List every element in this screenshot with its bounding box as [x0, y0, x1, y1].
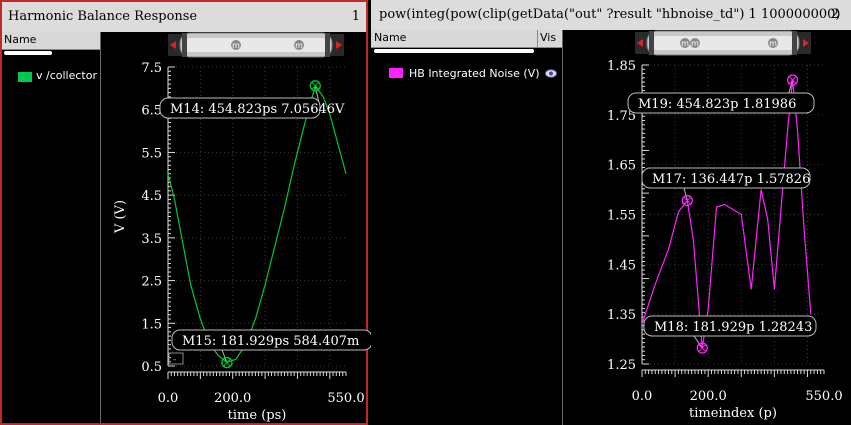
- legend-pane: Name v /collector: [2, 32, 101, 423]
- svg-text:m: m: [681, 39, 689, 48]
- x-tick-label: 0.0: [632, 389, 653, 404]
- y-tick-label: 1.25: [607, 358, 636, 373]
- legend-color-swatch: [389, 68, 403, 78]
- zoom-scroller[interactable]: m m: [168, 30, 344, 60]
- legend-header-name: Name: [4, 33, 37, 46]
- x-tick-label: 0.0: [158, 391, 179, 406]
- x-tick-label: 550.0: [327, 391, 364, 406]
- panel-number: 2: [830, 7, 839, 22]
- x-tick-label: 200.0: [214, 391, 251, 406]
- legend-entry-label[interactable]: HB Integrated Noise (V): [409, 67, 540, 80]
- panel-number: 1: [351, 9, 360, 24]
- marker-label: M14: 454.823ps 7.05646V: [170, 102, 345, 117]
- legend-scrollbar[interactable]: [374, 49, 534, 53]
- legend-scrollbar[interactable]: [4, 51, 52, 55]
- x-axis-title: timeindex (p): [689, 406, 777, 421]
- legend-header-vis: Vis: [540, 31, 557, 44]
- legend-color-swatch: [18, 72, 32, 82]
- y-tick-label: 3.5: [141, 232, 162, 247]
- panel-title: Harmonic Balance Response: [8, 9, 198, 24]
- panel-title-bar[interactable]: pow(integ(pow(clip(getData("out" ?result…: [371, 0, 851, 30]
- y-tick-label: 2.5: [141, 275, 162, 290]
- panel-title: pow(integ(pow(clip(getData("out" ?result…: [379, 7, 841, 22]
- x-tick-label: 550.0: [805, 389, 842, 404]
- eye-icon[interactable]: [545, 69, 557, 78]
- svg-text:-: -: [173, 355, 176, 365]
- y-tick-label: 0.5: [141, 360, 162, 375]
- svg-text:m: m: [295, 41, 303, 50]
- panel-title-bar[interactable]: Harmonic Balance Response 1: [2, 2, 366, 32]
- y-tick-label: 1.45: [607, 258, 636, 273]
- y-tick-label: 4.5: [141, 189, 162, 204]
- y-axis-title: V (V): [113, 200, 128, 234]
- y-tick-label: 1.35: [607, 308, 636, 323]
- plot-panel-right[interactable]: pow(integ(pow(clip(getData("out" ?result…: [371, 0, 851, 425]
- svg-text:m: m: [769, 39, 777, 48]
- x-tick-label: 200.0: [690, 389, 727, 404]
- legend-header: Name: [2, 32, 100, 50]
- marker-label: M19: 454.823p 1.81986: [638, 97, 796, 112]
- y-tick-label: 1.65: [607, 159, 636, 174]
- svg-text:m: m: [691, 39, 699, 48]
- y-tick-label: 7.5: [141, 61, 162, 76]
- legend-header: Name Vis: [371, 30, 562, 48]
- y-tick-label: 1.85: [607, 59, 636, 74]
- legend-header-name: Name: [374, 31, 407, 44]
- marker-label: M15: 181.929ps 584.407m: [182, 334, 359, 349]
- y-tick-label: 1.55: [607, 209, 636, 224]
- y-tick-label: 1.5: [141, 317, 162, 332]
- legend-entry-label[interactable]: v /collector: [36, 69, 97, 82]
- legend-pane: Name Vis HB Integrated Noise (V): [371, 30, 563, 425]
- y-tick-label: 5.5: [141, 146, 162, 161]
- marker-label: M18: 181.929p 1.28243: [654, 320, 812, 335]
- chart-right[interactable]: 1.251.351.451.551.651.751.850.0 200.0 550.…: [564, 58, 851, 422]
- zoom-scroller[interactable]: m m m: [635, 28, 811, 58]
- marker-label: M17: 136.447p 1.57826: [652, 172, 810, 187]
- y-tick-label: 6.5: [141, 104, 162, 119]
- chart-left[interactable]: 0.5 1.5 2.5 3.5 4.5 5.5 6.5 7.5 0.0 200.0 550.0 tim…: [102, 60, 373, 424]
- svg-text:m: m: [232, 41, 240, 50]
- x-axis-title: time (ps): [228, 408, 287, 423]
- plot-panel-left[interactable]: Harmonic Balance Response 1 Name v /coll…: [0, 0, 373, 425]
